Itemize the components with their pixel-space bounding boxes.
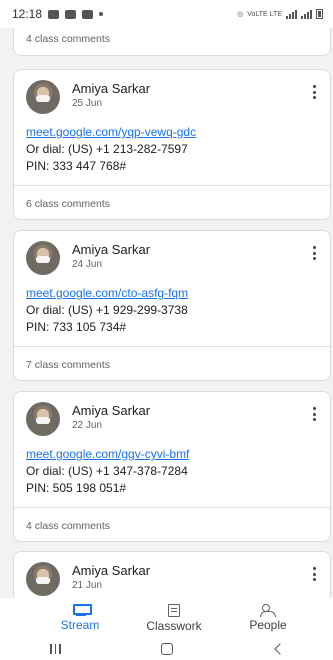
bottom-navigation: Stream Classwork People (0, 598, 333, 638)
classwork-icon (168, 603, 180, 617)
post-body: meet.google.com/cto-asfg-fqm Or dial: (U… (14, 277, 330, 346)
app-notification-icon (65, 9, 77, 19)
more-options-icon[interactable] (308, 564, 320, 584)
stream-feed[interactable]: 4 class comments Amiya Sarkar 25 Jun mee… (0, 28, 333, 598)
post-header: Amiya Sarkar 25 Jun (14, 70, 330, 116)
recents-icon (50, 644, 61, 654)
signal-icon (286, 9, 297, 19)
avatar (26, 80, 60, 114)
battery-icon (316, 9, 323, 19)
signal-2-icon (301, 9, 312, 19)
home-icon (160, 643, 173, 655)
avatar (26, 241, 60, 275)
class-comments-link[interactable]: 6 class comments (26, 198, 110, 210)
post-author: Amiya Sarkar (72, 403, 151, 418)
dial-text: Or dial: (US) +1 929-299-3738 (26, 303, 188, 317)
home-button[interactable] (147, 639, 187, 659)
post-footer[interactable]: 4 class comments (14, 507, 330, 541)
dial-text: Or dial: (US) +1 347-378-7284 (26, 464, 188, 478)
dial-text: Or dial: (US) +1 213-282-7597 (26, 142, 188, 156)
post-date: 22 Jun (72, 420, 103, 431)
post-date: 25 Jun (72, 98, 103, 109)
meet-link[interactable]: meet.google.com/cto-asfg-fqm (26, 285, 318, 302)
more-options-icon[interactable] (308, 243, 320, 263)
nav-stream-label: Stream (60, 618, 100, 632)
people-icon (260, 604, 276, 617)
status-right: ◎ VoLTE LTE (237, 9, 323, 19)
pin-text: PIN: 733 105 734# (26, 320, 127, 334)
nav-people[interactable]: People (228, 598, 308, 638)
post-card[interactable]: Amiya Sarkar 24 Jun meet.google.com/cto-… (13, 230, 331, 381)
post-date: 24 Jun (72, 259, 103, 270)
meet-link[interactable]: meet.google.com/ggv-cyvi-bmf (26, 446, 318, 463)
nav-classwork-label: Classwork (146, 618, 202, 633)
pin-text: PIN: 505 198 051# (26, 481, 127, 495)
status-left: 12:18 (12, 7, 104, 21)
status-time: 12:18 (12, 7, 43, 21)
post-card[interactable]: Amiya Sarkar 21 Jun (13, 551, 331, 598)
post-footer[interactable]: 7 class comments (14, 346, 330, 380)
stream-icon (72, 604, 92, 616)
avatar (26, 402, 60, 436)
gallery-notification-icon (48, 9, 60, 19)
class-comments-link[interactable]: 4 class comments (26, 33, 110, 45)
network-label: VoLTE LTE (247, 10, 282, 18)
post-body: meet.google.com/ggv-cyvi-bmf Or dial: (U… (14, 438, 330, 507)
class-comments-link[interactable]: 4 class comments (26, 520, 110, 532)
class-comments-link[interactable]: 7 class comments (26, 359, 110, 371)
hotspot-icon: ◎ (237, 11, 244, 18)
more-options-icon[interactable] (308, 82, 320, 102)
pin-text: PIN: 333 447 768# (26, 159, 127, 173)
post-body: meet.google.com/yqp-vewq-gdc Or dial: (U… (14, 116, 330, 185)
post-card[interactable]: Amiya Sarkar 25 Jun meet.google.com/yqp-… (13, 69, 331, 220)
post-header: Amiya Sarkar 24 Jun (14, 231, 330, 277)
message-notification-icon (82, 9, 94, 19)
post-footer[interactable]: 6 class comments (14, 185, 330, 219)
more-notifications-icon (99, 12, 104, 16)
nav-classwork[interactable]: Classwork (134, 598, 214, 638)
avatar (26, 562, 60, 596)
post-card-partial[interactable]: 4 class comments (13, 28, 331, 56)
post-date: 21 Jun (72, 580, 103, 591)
status-bar: 12:18 ◎ VoLTE LTE (0, 0, 333, 28)
back-icon (273, 643, 286, 655)
nav-stream[interactable]: Stream (40, 598, 120, 638)
post-card[interactable]: Amiya Sarkar 22 Jun meet.google.com/ggv-… (13, 391, 331, 542)
more-options-icon[interactable] (308, 404, 320, 424)
back-button[interactable] (258, 639, 298, 659)
post-header: Amiya Sarkar 21 Jun (14, 552, 330, 598)
post-author: Amiya Sarkar (72, 242, 151, 257)
system-navigation-bar (0, 638, 333, 660)
nav-people-label: People (249, 618, 287, 632)
post-author: Amiya Sarkar (72, 81, 151, 96)
meet-link[interactable]: meet.google.com/yqp-vewq-gdc (26, 124, 318, 141)
post-author: Amiya Sarkar (72, 563, 151, 578)
post-header: Amiya Sarkar 22 Jun (14, 392, 330, 438)
recents-button[interactable] (36, 639, 76, 659)
